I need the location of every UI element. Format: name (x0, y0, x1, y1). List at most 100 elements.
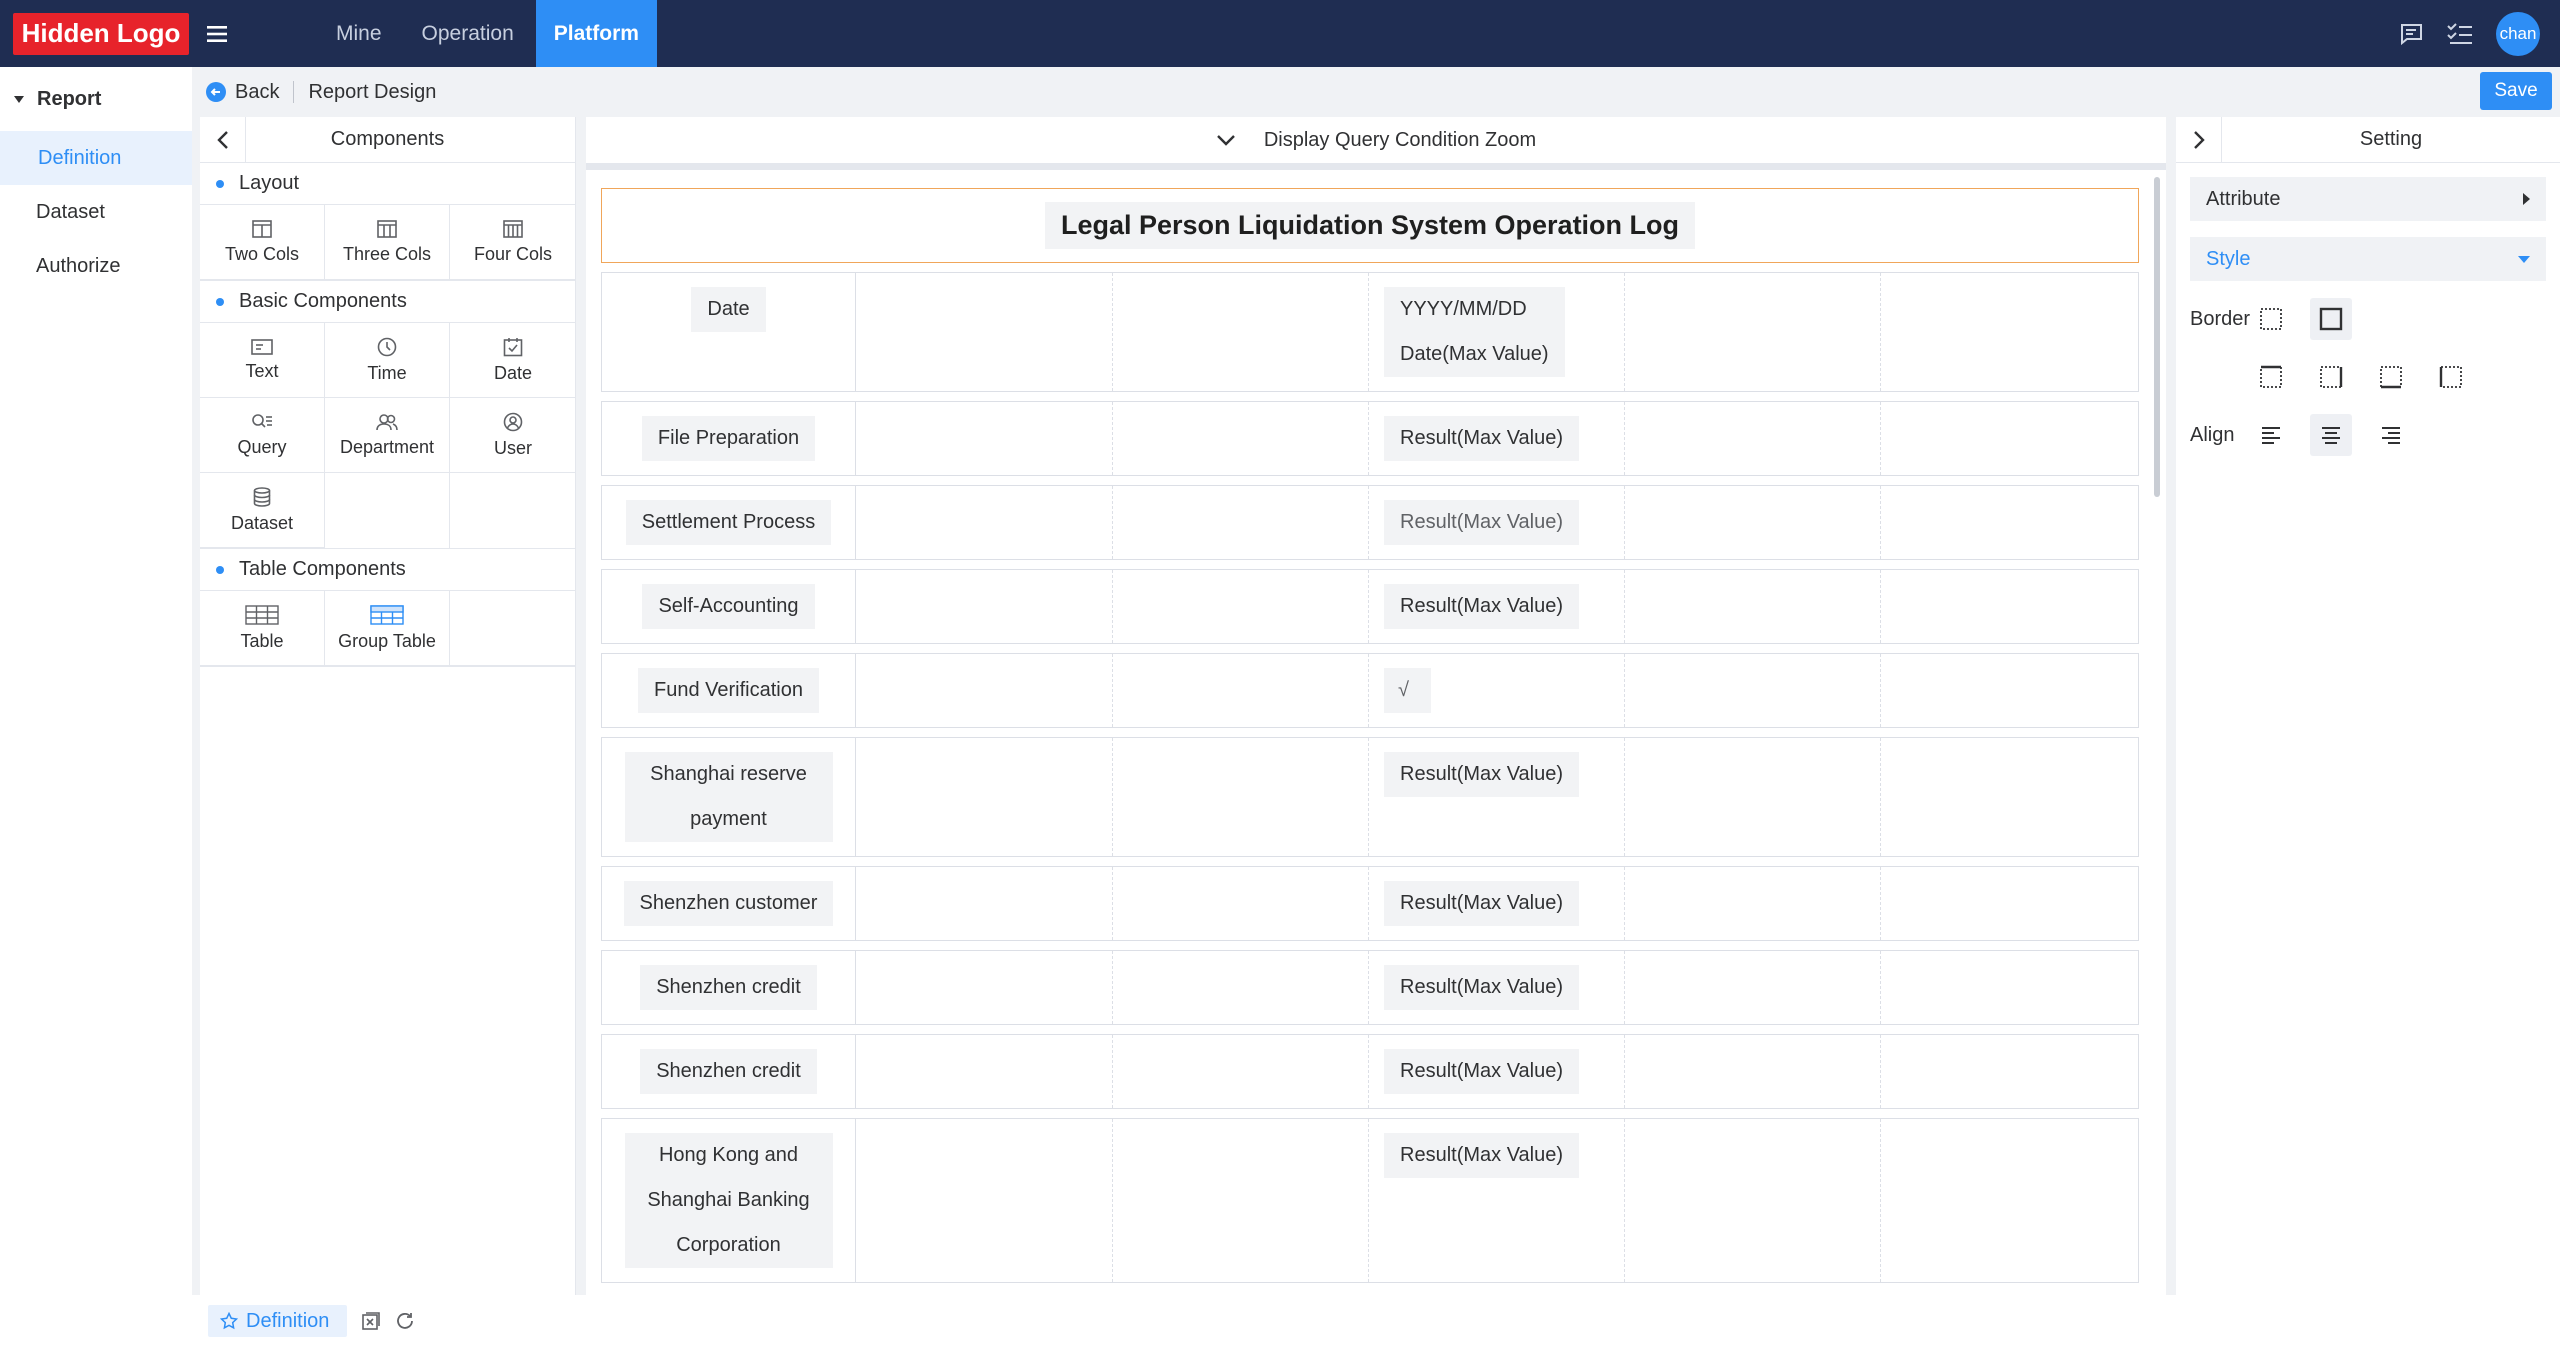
nav-tab-operation[interactable]: Operation (404, 0, 532, 67)
row-label-cell[interactable]: Settlement Process (602, 486, 856, 559)
query-condition-toggle[interactable]: Display Query Condition Zoom (586, 117, 2166, 170)
row-label-cell[interactable]: File Preparation (602, 402, 856, 475)
align-right-icon[interactable] (2370, 414, 2412, 456)
empty-cell[interactable] (1881, 738, 2137, 856)
empty-cell[interactable] (1881, 1035, 2137, 1108)
sidebar-item-definition[interactable]: Definition (0, 131, 192, 185)
empty-cell[interactable] (1881, 951, 2137, 1024)
component-four-cols[interactable]: Four Cols (450, 205, 576, 280)
empty-cell[interactable] (856, 951, 1113, 1024)
component-text[interactable]: Text (200, 323, 325, 398)
component-user[interactable]: User (450, 398, 576, 473)
message-icon[interactable] (2398, 21, 2424, 47)
value-cell[interactable]: Result(Max Value) (1369, 1035, 1625, 1108)
empty-cell[interactable] (1113, 867, 1369, 940)
canvas-scrollbar[interactable] (2154, 177, 2160, 497)
empty-cell[interactable] (1625, 1035, 1881, 1108)
empty-cell[interactable] (1881, 402, 2137, 475)
collapse-left-icon[interactable] (200, 117, 246, 163)
value-cell[interactable]: Result(Max Value) (1369, 738, 1625, 856)
style-accordion[interactable]: Style (2190, 237, 2546, 281)
component-dataset[interactable]: Dataset (200, 473, 325, 548)
attribute-accordion[interactable]: Attribute (2190, 177, 2546, 221)
row-label-cell[interactable]: Shenzhen credit (602, 951, 856, 1024)
empty-cell[interactable] (1881, 867, 2137, 940)
component-query[interactable]: Query (200, 398, 325, 473)
nav-tab-platform[interactable]: Platform (535, 0, 657, 67)
empty-cell[interactable] (1113, 654, 1369, 727)
empty-cell[interactable] (856, 738, 1113, 856)
empty-cell[interactable] (856, 486, 1113, 559)
value-cell[interactable]: Result(Max Value) (1369, 951, 1625, 1024)
empty-cell[interactable] (1113, 402, 1369, 475)
value-cell[interactable]: Result(Max Value) (1369, 402, 1625, 475)
empty-cell[interactable] (1113, 273, 1369, 391)
border-left-icon[interactable] (2430, 356, 2472, 398)
row-label-cell[interactable]: Self-Accounting (602, 570, 856, 643)
refresh-icon[interactable] (395, 1311, 415, 1331)
row-label-cell[interactable]: Date (602, 273, 856, 391)
collapse-right-icon[interactable] (2176, 117, 2222, 163)
empty-cell[interactable] (1625, 951, 1881, 1024)
task-list-icon[interactable] (2446, 21, 2474, 47)
empty-cell[interactable] (1625, 402, 1881, 475)
empty-cell[interactable] (1881, 1119, 2137, 1282)
empty-cell[interactable] (1625, 273, 1881, 391)
sidebar-item-dataset[interactable]: Dataset (0, 185, 192, 239)
component-table[interactable]: Table (200, 591, 325, 666)
empty-cell[interactable] (1625, 867, 1881, 940)
empty-cell[interactable] (1881, 570, 2137, 643)
border-right-icon[interactable] (2310, 356, 2352, 398)
empty-cell[interactable] (1881, 654, 2137, 727)
close-tab-icon[interactable] (361, 1311, 381, 1331)
component-department[interactable]: Department (325, 398, 450, 473)
back-arrow-icon[interactable] (206, 82, 226, 102)
border-all-icon[interactable] (2310, 298, 2352, 340)
nav-tab-mine[interactable]: Mine (318, 0, 400, 67)
component-group-table[interactable]: Group Table (325, 591, 450, 666)
value-cell[interactable]: Result(Max Value) (1369, 486, 1625, 559)
empty-cell[interactable] (1625, 654, 1881, 727)
empty-cell[interactable] (1625, 570, 1881, 643)
sidebar-group-report[interactable]: Report (0, 67, 192, 131)
empty-cell[interactable] (1113, 1119, 1369, 1282)
tab-definition[interactable]: Definition (208, 1305, 348, 1337)
component-three-cols[interactable]: Three Cols (325, 205, 450, 280)
empty-cell[interactable] (856, 402, 1113, 475)
component-date[interactable]: Date (450, 323, 576, 398)
component-two-cols[interactable]: Two Cols (200, 205, 325, 280)
empty-cell[interactable] (856, 654, 1113, 727)
border-bottom-icon[interactable] (2370, 356, 2412, 398)
row-label-cell[interactable]: Shenzhen customer (602, 867, 856, 940)
row-label-cell[interactable]: Hong Kong and Shanghai Banking Corporati… (602, 1119, 856, 1282)
value-cell[interactable]: √ (1369, 654, 1625, 727)
value-cell[interactable]: Result(Max Value) (1369, 1119, 1625, 1282)
empty-cell[interactable] (1625, 1119, 1881, 1282)
row-label-cell[interactable]: Shanghai reserve payment (602, 738, 856, 856)
empty-cell[interactable] (856, 867, 1113, 940)
value-cell[interactable]: YYYY/MM/DD Date(Max Value) (1369, 273, 1625, 391)
empty-cell[interactable] (1113, 951, 1369, 1024)
row-label-cell[interactable]: Fund Verification (602, 654, 856, 727)
border-top-icon[interactable] (2250, 356, 2292, 398)
save-button[interactable]: Save (2480, 72, 2552, 110)
user-avatar[interactable]: chan (2496, 11, 2540, 56)
component-time[interactable]: Time (325, 323, 450, 398)
empty-cell[interactable] (856, 1035, 1113, 1108)
empty-cell[interactable] (856, 1119, 1113, 1282)
empty-cell[interactable] (856, 273, 1113, 391)
hamburger-menu-icon[interactable] (207, 24, 229, 44)
value-cell[interactable]: Result(Max Value) (1369, 570, 1625, 643)
border-none-icon[interactable] (2250, 298, 2292, 340)
align-center-icon[interactable] (2310, 414, 2352, 456)
empty-cell[interactable] (856, 570, 1113, 643)
empty-cell[interactable] (1881, 273, 2137, 391)
empty-cell[interactable] (1113, 570, 1369, 643)
empty-cell[interactable] (1881, 486, 2137, 559)
row-label-cell[interactable]: Shenzhen credit (602, 1035, 856, 1108)
align-left-icon[interactable] (2250, 414, 2292, 456)
report-title-cell[interactable]: Legal Person Liquidation System Operatio… (601, 188, 2139, 263)
back-link[interactable]: Back (235, 81, 279, 104)
value-cell[interactable]: Result(Max Value) (1369, 867, 1625, 940)
empty-cell[interactable] (1625, 486, 1881, 559)
